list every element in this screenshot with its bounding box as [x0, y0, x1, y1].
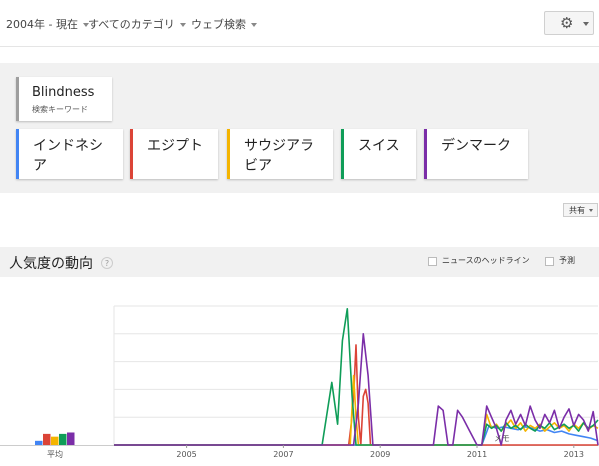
- news-headlines-label: ニュースのヘッドライン: [442, 256, 530, 265]
- time-filter-label: 2004年 - 現在: [6, 18, 78, 31]
- chevron-down-icon: [179, 23, 186, 27]
- region-card-denmark[interactable]: デンマーク: [424, 129, 528, 179]
- category-filter-dropdown[interactable]: すべてのカテゴリ: [88, 16, 186, 32]
- help-icon[interactable]: ?: [101, 257, 113, 269]
- average-bar: [67, 432, 75, 445]
- average-label: 平均: [47, 449, 63, 459]
- search-term-subtitle: 検索キーワード: [32, 105, 88, 114]
- top-toolbar: 2004年 - 現在 すべてのカテゴリ ウェブ検索 ⚙: [0, 0, 599, 47]
- region-card-egypt[interactable]: エジプト: [130, 129, 218, 179]
- region-card-switzerland[interactable]: スイス: [341, 129, 416, 179]
- average-bar: [43, 433, 51, 445]
- news-headlines-checkbox[interactable]: [428, 257, 437, 266]
- share-label: 共有: [569, 206, 585, 215]
- region-label: インドネシア: [33, 138, 103, 174]
- average-bars: [35, 432, 75, 445]
- x-tick-label: 2007: [273, 450, 293, 459]
- search-type-dropdown[interactable]: ウェブ検索: [191, 16, 257, 32]
- x-tick-label: 2011: [467, 450, 487, 459]
- region-label: エジプト: [147, 138, 203, 154]
- search-type-label: ウェブ検索: [191, 18, 246, 31]
- region-label: デンマーク: [441, 138, 511, 154]
- x-tick-label: 2005: [176, 450, 196, 459]
- x-tick-label: 2009: [370, 450, 390, 459]
- x-axis-ticks: 2005 2007 2009 2011 2013: [176, 445, 584, 459]
- section-title: 人気度の動向: [9, 256, 93, 272]
- search-term-card[interactable]: Blindness 検索キーワード: [16, 77, 112, 121]
- chart-grid: [0, 305, 599, 446]
- chevron-down-icon: [583, 22, 589, 26]
- average-bar: [35, 440, 43, 445]
- chevron-down-icon: [251, 23, 257, 27]
- interest-chart: 平均 2005 2007 2009 2011 2013 メモ: [0, 305, 599, 459]
- forecast-checkbox[interactable]: [545, 257, 554, 266]
- category-filter-label: すべてのカテゴリ: [88, 18, 175, 31]
- forecast-label: 予測: [559, 256, 575, 265]
- search-term-text: Blindness: [32, 85, 95, 100]
- x-tick-label: 2013: [564, 450, 584, 459]
- comparison-terms-panel: Blindness 検索キーワード インドネシア エジプト サウジアラビア スイ…: [0, 63, 599, 193]
- interest-over-time-header: 人気度の動向 ? ニュースのヘッドライン 予測: [0, 247, 599, 277]
- chevron-down-icon: [589, 209, 593, 212]
- share-button[interactable]: 共有: [563, 203, 598, 217]
- region-card-saudi-arabia[interactable]: サウジアラビア: [227, 129, 333, 179]
- chart-annotation[interactable]: メモ: [494, 434, 510, 443]
- average-bar: [59, 433, 67, 445]
- region-label: スイス: [358, 138, 400, 154]
- time-filter-dropdown[interactable]: 2004年 - 現在: [6, 16, 89, 32]
- settings-button[interactable]: ⚙: [544, 11, 594, 35]
- region-card-indonesia[interactable]: インドネシア: [16, 129, 123, 179]
- series-line: [114, 374, 599, 446]
- series-lines: [114, 307, 599, 446]
- region-label: サウジアラビア: [244, 138, 314, 174]
- average-bar: [51, 436, 59, 445]
- gear-icon: ⚙: [560, 14, 574, 32]
